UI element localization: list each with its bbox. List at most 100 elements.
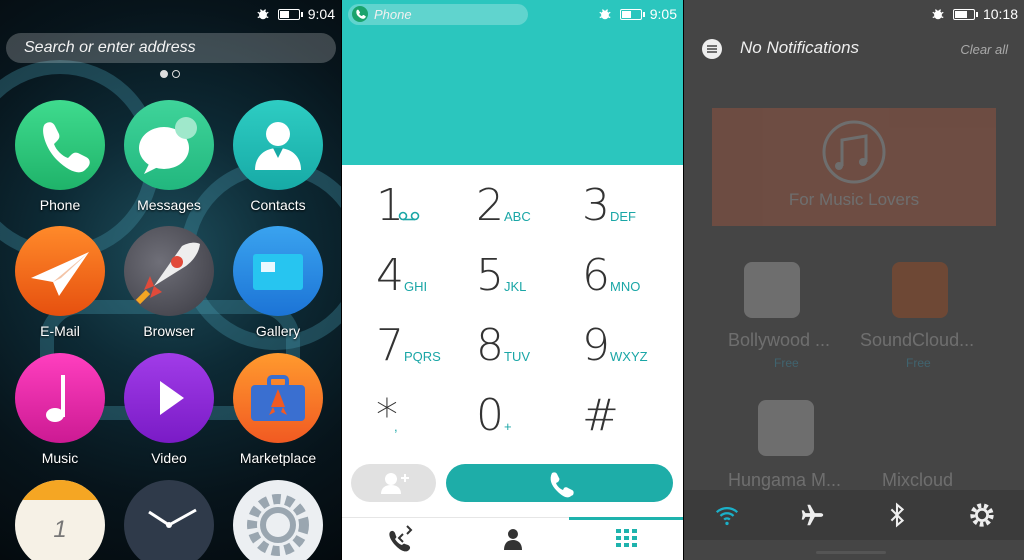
notification-header: No Notifications Clear all <box>684 30 1024 68</box>
page-dot <box>172 70 180 78</box>
dial-key-star[interactable]: *, <box>376 386 486 446</box>
tab-contacts[interactable] <box>456 518 570 560</box>
contacts-icon <box>233 100 323 190</box>
dial-key-digit: 8 <box>476 320 504 371</box>
dial-key-digit: 1 <box>376 180 404 231</box>
debug-bug-icon <box>932 9 944 20</box>
bg-app-price: Free <box>774 356 799 370</box>
app-gallery[interactable]: Gallery <box>223 226 333 339</box>
gallery-icon <box>233 226 323 316</box>
dial-key-2[interactable]: 2 ABC <box>476 176 586 236</box>
dial-key-letters: JKL <box>504 279 527 294</box>
dial-key-6[interactable]: 6 MNO <box>582 246 683 306</box>
bg-app-name: Mixcloud <box>882 470 954 490</box>
dial-key-letters: GHI <box>404 279 428 294</box>
app-email[interactable]: E-Mail <box>5 226 115 339</box>
app-messages[interactable]: Messages <box>114 100 224 213</box>
video-icon <box>124 353 214 443</box>
phone-icon <box>15 100 105 190</box>
marketplace-icon <box>233 353 323 443</box>
tab-keypad[interactable] <box>569 517 683 560</box>
app-label: Browser <box>143 323 195 339</box>
app-phone[interactable]: Phone <box>5 100 115 213</box>
app-settings[interactable] <box>223 480 333 560</box>
add-contact-icon <box>381 473 409 494</box>
home-indicator[interactable] <box>816 551 886 554</box>
status-bar: 9:04 <box>0 0 341 28</box>
messages-icon <box>124 100 214 190</box>
bluetooth-icon[interactable] <box>883 501 911 529</box>
dial-key-digit: 9 <box>582 320 610 371</box>
battery-icon <box>619 8 645 20</box>
background-app: For Music Lovers Bollywood ... SoundClou… <box>684 0 1024 560</box>
dial-key-digit: 7 <box>376 320 404 371</box>
app-label: Contacts <box>250 197 306 213</box>
calendar-icon: 1 <box>15 480 105 560</box>
calendar-day: 1 <box>53 516 67 543</box>
app-label: Phone <box>39 197 81 213</box>
debug-bug-icon <box>257 9 269 20</box>
dial-key-4[interactable]: 4 GHI <box>376 246 486 306</box>
battery-icon <box>277 8 303 20</box>
bg-app-name: Bollywood ... <box>728 330 831 350</box>
app-music[interactable]: Music <box>5 353 115 466</box>
dial-key-letters: DEF <box>610 209 636 224</box>
ongoing-call-pill[interactable]: Phone <box>348 4 528 25</box>
banner-text: For Music Lovers <box>788 190 920 209</box>
contacts-tab-icon <box>503 529 522 550</box>
add-contact-button[interactable] <box>351 464 436 502</box>
dialer-panel: Phone 9:05 1 2 ABC 3 DEF 4 GHI 5 JKL 6 MNO 7 PQRS 8 TU… <box>342 0 683 560</box>
app-label: Messages <box>137 197 201 213</box>
homescreen-panel: 9:04 .searchbar::placeholder{color:#f2f2… <box>0 0 341 560</box>
dial-key-8[interactable]: 8 TUV <box>476 316 586 376</box>
call-pill-label: Phone <box>374 7 412 22</box>
dial-key-0[interactable]: 0 + <box>476 386 586 446</box>
airplane-mode-icon[interactable] <box>798 501 826 529</box>
app-label: Video <box>151 450 187 466</box>
dial-key-letters: ABC <box>504 209 531 224</box>
settings-icon <box>233 480 323 560</box>
wifi-icon[interactable] <box>713 501 741 529</box>
clock-time: 9:05 <box>649 6 677 22</box>
dial-key-digit: 4 <box>376 250 404 301</box>
dial-key-digit: 0 <box>476 390 504 441</box>
phone-icon <box>352 6 368 22</box>
search-input[interactable] <box>6 33 336 63</box>
app-contacts[interactable]: Contacts <box>223 100 333 213</box>
app-clock[interactable] <box>114 480 224 560</box>
dial-key-9[interactable]: 9 WXYZ <box>582 316 683 376</box>
clock-icon <box>124 480 214 560</box>
phone-icon <box>550 472 574 498</box>
status-bar: 10:18 <box>684 0 1024 28</box>
settings-icon[interactable] <box>968 501 996 529</box>
clear-all-button[interactable]: Clear all <box>960 42 1008 57</box>
app-browser[interactable]: Browser <box>114 226 224 339</box>
clock-time: 9:04 <box>307 6 335 22</box>
app-label: Music <box>41 450 79 466</box>
bg-app-price: Free <box>906 356 931 370</box>
quick-settings-bar <box>684 490 1024 540</box>
dial-key-letters: MNO <box>610 279 641 294</box>
notifications-panel: For Music Lovers Bollywood ... SoundClou… <box>684 0 1024 560</box>
dial-key-letters: PQRS <box>404 349 441 364</box>
dial-key-hash[interactable]: # <box>582 386 683 446</box>
app-video[interactable]: Video <box>114 353 224 466</box>
dial-key-1[interactable]: 1 <box>376 176 486 236</box>
call-button[interactable] <box>446 464 673 502</box>
dial-key-5[interactable]: 5 JKL <box>476 246 586 306</box>
tab-call-log[interactable] <box>342 518 456 560</box>
bg-app-name: SoundCloud... <box>860 330 975 350</box>
notification-title: No Notifications <box>740 38 860 57</box>
dial-key-3[interactable]: 3 DEF <box>582 176 683 236</box>
call-log-icon <box>389 525 413 552</box>
app-label: Gallery <box>255 323 301 339</box>
status-bar: Phone 9:05 <box>342 0 683 28</box>
app-label: Marketplace <box>239 450 317 466</box>
dial-key-letters: + <box>504 419 512 434</box>
app-calendar[interactable]: 1 <box>5 480 115 560</box>
dial-key-digit: 5 <box>476 250 504 301</box>
dial-key-7[interactable]: 7 PQRS <box>376 316 486 376</box>
app-marketplace[interactable]: Marketplace <box>223 353 333 466</box>
keypad-icon <box>616 529 638 547</box>
music-banner: For Music Lovers <box>712 108 996 226</box>
